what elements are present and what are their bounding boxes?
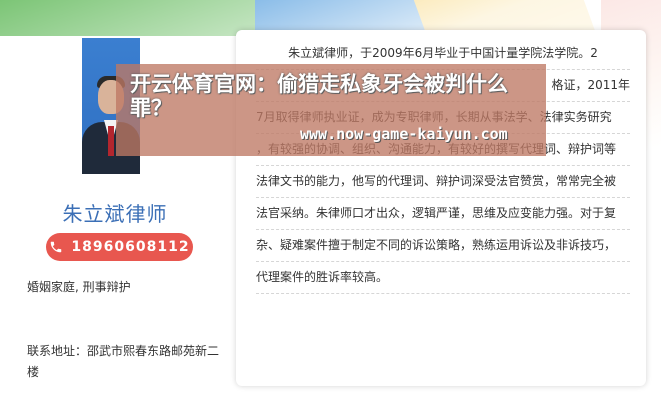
bio-line-fragment: 格证，2011年 xyxy=(551,78,630,92)
phone-icon xyxy=(51,241,62,253)
phone-number: 18960608112 xyxy=(71,239,190,255)
contact-address: 联系地址：邵武市熙春东路邮苑新二楼 xyxy=(27,344,220,379)
bio-line: 代理案件的胜诉率较高。 xyxy=(256,262,630,294)
photo-tie xyxy=(108,126,114,156)
practice-areas: 婚姻家庭, 刑事辩护 xyxy=(27,280,131,294)
bio-line: 法律文书的能力，他写的代理词、辩护词深受法官赞赏，常常完全被 xyxy=(256,166,630,198)
bio-line: 法官采纳。朱律师口才出众，逻辑严谨，思维及应变能力强。对于复 xyxy=(256,198,630,230)
lawyer-name: 朱立斌律师 xyxy=(62,202,168,226)
overlay-headline: 开云体育官网：偷猎走私象牙会被判什么罪？ xyxy=(130,72,508,120)
call-phone-button[interactable]: 18960608112 xyxy=(46,233,193,261)
overlay-url: www.now-game-kaiyun.com xyxy=(300,125,508,143)
bio-line: 杂、疑难案件擅于制定不同的诉讼策略，熟练运用诉讼及非诉技巧， xyxy=(256,230,630,262)
